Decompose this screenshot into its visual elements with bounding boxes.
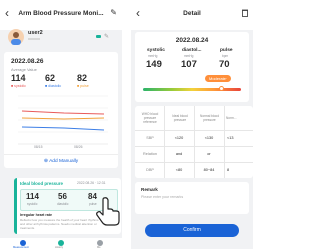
avg-systolic: 114 [11,73,26,83]
avg-pulse: 82 [77,73,88,83]
legend-diastolic-label: diastolic [48,84,62,88]
user-subtitle-bar [28,38,40,40]
record-diastolic: 56 [58,192,67,201]
add-manually-label: Add Manually [49,159,79,164]
table-cell: DBP [146,168,154,172]
home-screen: ‹ Arm Blood Pressure Moni... ✎ user2 ✎ 2… [0,0,122,249]
status-badge: Moderate· [205,75,232,82]
hand-pointer-icon [96,197,120,226]
table-cell: and [175,152,183,156]
record-systolic-label: systolic [27,202,38,206]
systolic-line [21,110,105,115]
add-manually-button[interactable]: ⊕ Add Manually [4,158,118,164]
reading-date: 2022.08.24 [175,37,209,44]
summary-card[interactable]: 2022.08.26 Average Value 114 62 82 ■ sys… [4,52,118,168]
pulse-line [21,117,105,120]
detail-header: ‹ Detail [131,0,253,30]
record-note-detail: Reflects how you measure the health of y… [20,218,99,230]
legend-pulse-label: pulse [80,84,89,88]
remark-title: Remark [141,187,158,192]
table-cell: Relation [143,152,157,156]
table-header-cell: Ideal blood pressure [172,114,188,123]
page-title: Detail [183,10,201,17]
legend-systolic: ■ systolic [11,84,26,88]
pencil-icon[interactable]: ✎ [110,8,117,17]
page-title: Arm Blood Pressure Moni... [18,10,104,17]
reference-table: WHO blood pressure reference Ideal blood… [135,106,253,178]
back-icon[interactable]: ‹ [5,7,9,19]
bp-gauge-bar [143,88,241,91]
summary-caption: Average Value [11,67,37,72]
legend-pulse: ■ pulse [77,84,89,88]
pencil-icon[interactable]: ✎ [104,33,109,40]
table-cell: <13 [227,136,234,140]
dot-icon: · [225,76,228,81]
plus-icon: ⊕ [43,158,49,164]
table-cell: <120 [174,136,184,140]
trash-icon[interactable] [242,9,248,17]
table-cell: SBP [146,136,154,140]
diastolic-line [21,126,105,131]
record-datetime: 2022.08.26 · 12:31 [77,181,106,185]
table-divider [224,106,225,178]
table-cell: 8 [227,168,230,172]
reading-card: 2022.08.24 systolic diastol... pulse mmH… [135,32,249,102]
table-divider [135,146,253,147]
remark-input[interactable]: Please enter your remarks [141,195,183,199]
table-header-cell: Norm... [226,116,237,120]
record-diastolic-label: diastolic [57,202,69,206]
label-systolic: systolic [147,48,165,53]
trend-chart [18,95,108,145]
user-name: user2 [28,30,43,36]
table-cell: or [207,152,211,156]
record-status: Ideal blood pressure [20,181,63,186]
table-cell: 80~84 [203,168,215,172]
label-pulse: pulse [220,48,233,53]
remark-card[interactable]: Remark Please enter your remarks [135,182,249,214]
record-note-title: Irregular heart rate [20,213,52,217]
table-divider [135,130,253,131]
value-diastolic: 107 [181,59,197,70]
confirm-label: Confirm [183,227,201,233]
legend-systolic-label: systolic [14,84,26,88]
unit-diastolic: mmHg [184,54,194,58]
table-cell: <130 [204,136,214,140]
avg-diastolic: 62 [45,73,56,83]
x-label-start: 08/15 [34,145,43,149]
table-divider [135,162,253,163]
divider [4,154,118,155]
value-pulse: 70 [219,59,230,70]
x-label-end: 08/26 [74,145,83,149]
legend-diastolic: ■ diastolic [45,84,62,88]
record-systolic: 114 [26,192,39,201]
avatar[interactable] [8,29,24,45]
summary-date: 2022.08.26 [11,58,44,65]
status-badge [96,35,101,38]
unit-pulse: bpm [222,54,229,58]
detail-screen: ‹ Detail 2022.08.24 systolic diastol... … [131,0,253,249]
user-row[interactable]: user2 ✎ [4,26,118,48]
back-icon[interactable]: ‹ [136,7,140,19]
table-cell: <80 [175,168,183,172]
label-diastolic: diastol... [182,48,202,53]
confirm-button[interactable]: Confirm [145,224,239,237]
table-header-cell: WHO blood pressure reference [141,112,159,125]
bottom-nav: Measurement History Me [0,238,122,249]
value-systolic: 149 [146,59,162,70]
table-header-cell: Normal blood pressure [200,114,219,123]
status-label: Moderate [209,76,226,81]
unit-systolic: mmHg [148,54,158,58]
